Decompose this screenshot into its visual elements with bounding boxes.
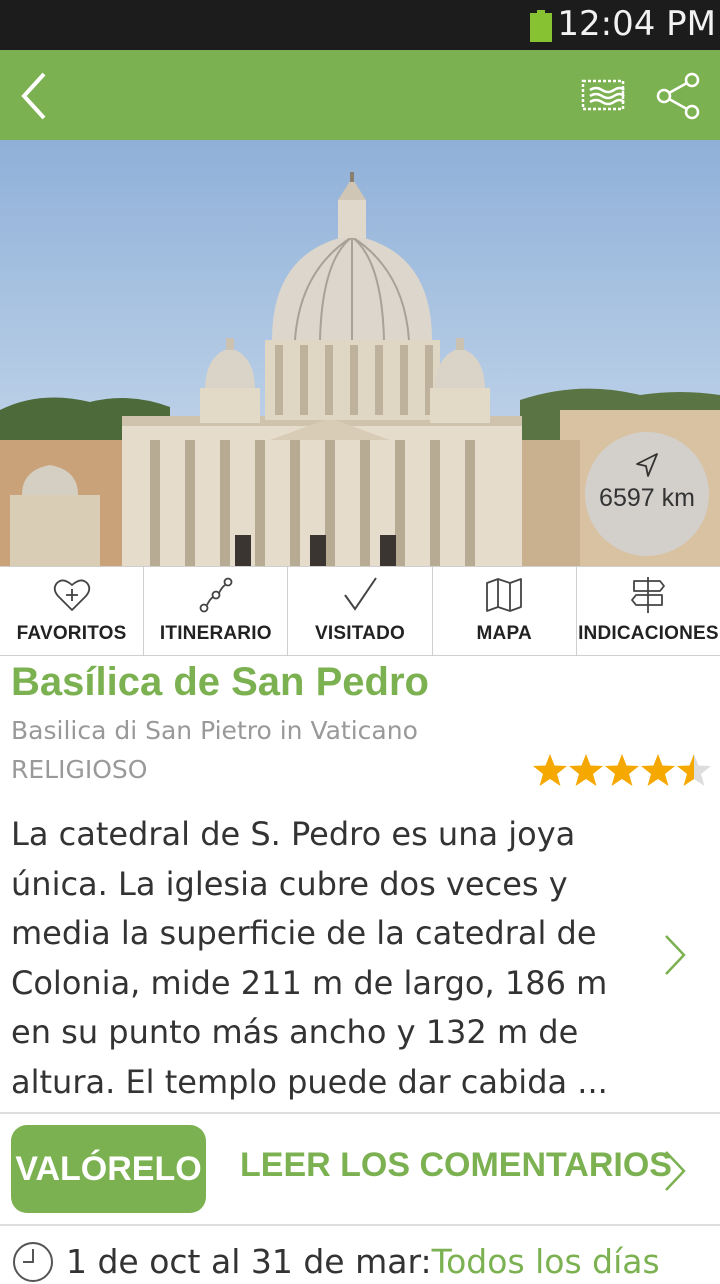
place-category: RELIGIOSO — [11, 755, 148, 784]
clock-icon — [13, 1242, 53, 1282]
postcard-icon[interactable] — [580, 76, 630, 116]
heart-plus-icon — [53, 579, 90, 611]
star-icon — [641, 754, 675, 786]
visited-button[interactable]: VISITADO — [288, 567, 433, 655]
action-bar: FAVORITOS ITINERARIO VISITADO MAPA INDIC… — [0, 566, 720, 656]
map-button[interactable]: MAPA — [433, 567, 577, 655]
distance-value: 6597 km — [599, 484, 695, 512]
chevron-right-icon[interactable] — [660, 932, 690, 978]
app-bar — [0, 50, 720, 140]
status-time: 12:04 PM — [557, 4, 716, 44]
divider — [0, 1112, 720, 1114]
place-description[interactable]: La catedral de S. Pedro es una joya únic… — [11, 810, 641, 1107]
checkmark-icon — [344, 577, 377, 611]
status-bar: 12:04 PM — [0, 0, 720, 50]
distance-badge: 6597 km — [585, 432, 709, 556]
divider — [0, 1224, 720, 1226]
rate-button[interactable]: VALÓRELO — [11, 1125, 206, 1213]
navigation-arrow-icon — [636, 453, 658, 477]
star-rating — [533, 754, 711, 786]
map-icon — [486, 578, 523, 612]
itinerary-label: ITINERARIO — [159, 623, 272, 644]
visited-label: VISITADO — [315, 623, 405, 644]
signpost-icon — [631, 577, 666, 613]
share-icon[interactable] — [654, 70, 704, 122]
star-icon — [569, 754, 603, 786]
directions-label: INDICACIONES — [578, 623, 719, 644]
route-icon — [199, 577, 233, 613]
favorites-button[interactable]: FAVORITOS — [0, 567, 145, 655]
chevron-right-icon[interactable] — [660, 1148, 690, 1194]
opening-hours: 1 de oct al 31 de mar:Todos los días — [66, 1242, 660, 1281]
read-comments-link[interactable]: LEER LOS COMENTARIOS — [240, 1146, 672, 1185]
half-star-icon — [677, 754, 711, 786]
map-label: MAPA — [476, 623, 532, 644]
hero-image: 6597 km — [0, 140, 720, 566]
hours-period: 1 de oct al 31 de mar: — [66, 1242, 432, 1281]
battery-icon — [530, 10, 552, 42]
itinerary-button[interactable]: ITINERARIO — [144, 567, 289, 655]
back-arrow-icon[interactable] — [14, 68, 64, 124]
place-title: Basílica de San Pedro — [11, 660, 429, 704]
hours-days[interactable]: Todos los días — [432, 1242, 660, 1281]
star-icon — [605, 754, 639, 786]
favorites-label: FAVORITOS — [16, 623, 127, 644]
directions-button[interactable]: INDICACIONES — [577, 567, 720, 655]
star-icon — [533, 754, 567, 786]
place-subtitle: Basilica di San Pietro in Vaticano — [11, 716, 418, 745]
